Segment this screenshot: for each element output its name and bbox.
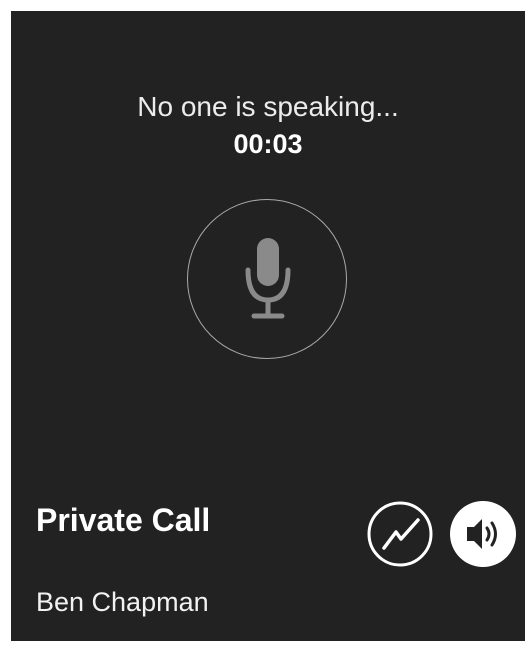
signal-button[interactable]: [366, 500, 434, 568]
contact-name: Ben Chapman: [36, 587, 209, 617]
call-screen: No one is speaking... 00:03 Private Call…: [11, 11, 525, 641]
speaker-icon: [450, 501, 516, 567]
microphone-icon: [245, 238, 291, 319]
call-timer: 00:03: [233, 129, 303, 159]
call-type-title: Private Call: [36, 502, 211, 538]
signal-graph-icon: [367, 501, 433, 567]
speaker-button[interactable]: [449, 500, 517, 568]
push-to-talk-button[interactable]: [187, 199, 347, 359]
speaking-status: No one is speaking...: [137, 91, 399, 122]
